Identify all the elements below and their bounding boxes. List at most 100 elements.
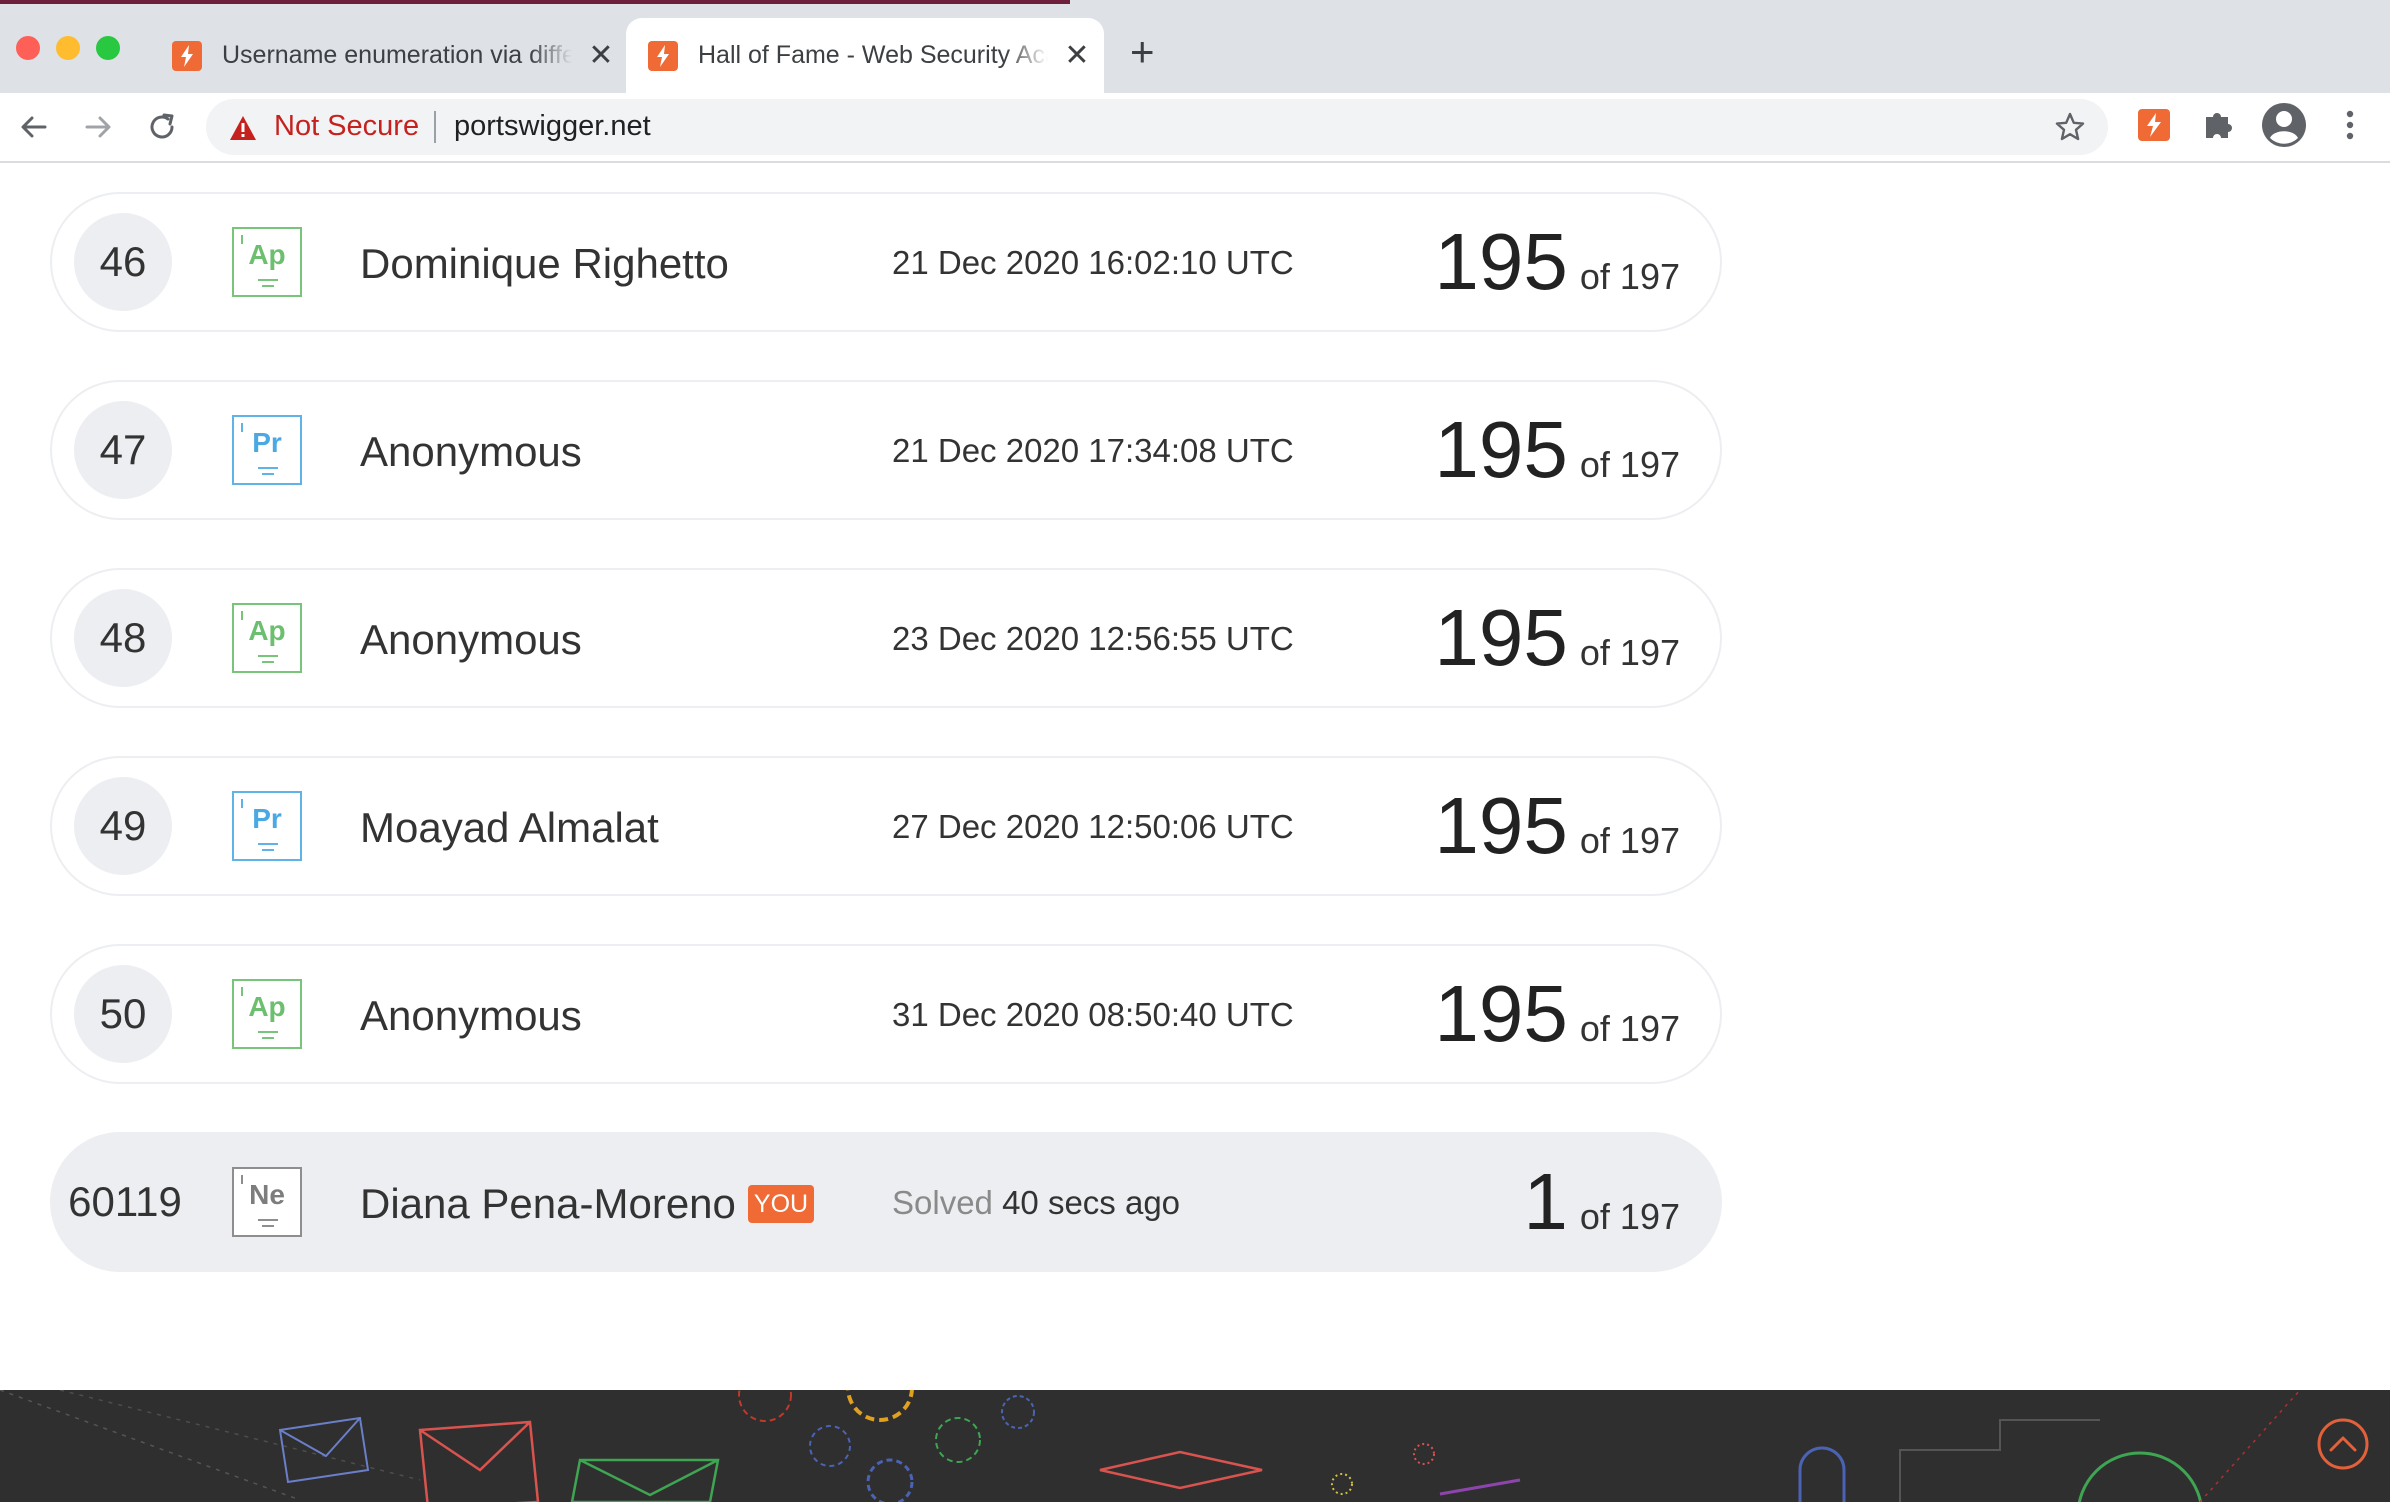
- score-total: of 197: [1579, 256, 1680, 297]
- envelope-icon: [418, 1420, 540, 1502]
- burp-extension-icon[interactable]: [2136, 107, 2172, 148]
- minimize-window-button[interactable]: [56, 36, 80, 60]
- url-text[interactable]: portswigger.net: [454, 110, 651, 143]
- rank-number: 48: [74, 589, 172, 687]
- score-value: 195: [1434, 969, 1568, 1058]
- solved-date: 21 Dec 2020 17:34:08 UTC: [892, 432, 1294, 469]
- score-total: of 197: [1579, 820, 1680, 861]
- rank-number: 49: [74, 777, 172, 875]
- badge-symbol: Ap: [248, 239, 286, 270]
- leaderboard-row: 48 Ap Anonymous 23 Dec 2020 12:56:55 UTC…: [50, 568, 1722, 708]
- leaderboard-row: 50 Ap Anonymous 31 Dec 2020 08:50:40 UTC…: [50, 944, 1722, 1084]
- tab-close-icon[interactable]: ✕: [586, 38, 616, 73]
- gear-icon: [738, 1390, 792, 1422]
- level-badge-pr: Pr: [232, 791, 302, 861]
- tab-strip: Username enumeration via different respo…: [0, 0, 2390, 93]
- address-separator: [434, 111, 436, 143]
- level-badge-pr: Pr: [232, 415, 302, 485]
- gear-icon: [809, 1395, 1035, 1502]
- solved-label: Solved: [892, 1184, 993, 1221]
- tab-hall-of-fame[interactable]: Hall of Fame - Web Security Academy ✕: [626, 18, 1104, 93]
- solved-date: 23 Dec 2020 12:56:55 UTC: [892, 620, 1294, 657]
- new-tab-button[interactable]: +: [1130, 30, 1155, 74]
- score: 195 of 197: [1434, 972, 1680, 1056]
- score-value: 195: [1434, 405, 1568, 494]
- score: 195 of 197: [1434, 784, 1680, 868]
- score-total: of 197: [1579, 1196, 1680, 1237]
- score-total: of 197: [1579, 444, 1680, 485]
- envelope-icon: [570, 1458, 720, 1502]
- score-value: 195: [1434, 781, 1568, 870]
- leaderboard-row: 46 Ap Dominique Righetto 21 Dec 2020 16:…: [50, 192, 1722, 332]
- back-arrow-icon[interactable]: [14, 107, 54, 147]
- gear-icon: [846, 1390, 914, 1422]
- portswigger-favicon-icon: [172, 40, 202, 71]
- score: 195 of 197: [1434, 408, 1680, 492]
- badge-symbol: Pr: [252, 803, 282, 834]
- solved-date: 31 Dec 2020 08:50:40 UTC: [892, 996, 1294, 1033]
- level-badge-ap: Ap: [232, 979, 302, 1049]
- rank-number: 46: [74, 213, 172, 311]
- close-window-button[interactable]: [16, 36, 40, 60]
- warning-icon[interactable]: [228, 114, 258, 147]
- user-name-text: Anonymous: [360, 992, 582, 1039]
- score-value: 195: [1434, 593, 1568, 682]
- rank-number: 50: [74, 965, 172, 1063]
- forward-arrow-icon[interactable]: [78, 107, 118, 147]
- user-name: Diana Pena-Moreno YOU: [360, 1180, 815, 1228]
- current-user-row: 60119 Ne Diana Pena-Moreno YOU Solved 40…: [50, 1132, 1722, 1272]
- browser-toolbar: Not Secure portswigger.net: [0, 93, 2390, 163]
- score-value: 195: [1434, 217, 1568, 306]
- badge-symbol: Ne: [249, 1179, 285, 1210]
- rank-number: 60119: [68, 1178, 182, 1225]
- envelope-icon: [278, 1416, 370, 1484]
- scroll-to-top-icon[interactable]: [2317, 1418, 2369, 1470]
- tab-title: Hall of Fame - Web Security Academy: [698, 41, 1048, 69]
- score: 195 of 197: [1434, 220, 1680, 304]
- level-badge-ap: Ap: [232, 603, 302, 673]
- rank-number: 47: [74, 401, 172, 499]
- user-name: Anonymous: [360, 992, 582, 1040]
- tab-close-icon[interactable]: ✕: [1062, 38, 1092, 73]
- badge-symbol: Ap: [248, 991, 286, 1022]
- padlock-icon: [1798, 1446, 1846, 1502]
- solved-date: 21 Dec 2020 16:02:10 UTC: [892, 244, 1294, 281]
- user-name: Anonymous: [360, 428, 582, 476]
- score-total: of 197: [1579, 1008, 1680, 1049]
- page-footer: [0, 1390, 2390, 1502]
- leaderboard-row: 49 Pr Moayad Almalat 27 Dec 2020 12:50:0…: [50, 756, 1722, 896]
- tab-username-enumeration[interactable]: Username enumeration via different respo…: [150, 18, 620, 93]
- user-name-text: Dominique Righetto: [360, 240, 729, 287]
- score: 195 of 197: [1434, 596, 1680, 680]
- user-name-text: Anonymous: [360, 428, 582, 475]
- solved-date: 27 Dec 2020 12:50:06 UTC: [892, 808, 1294, 845]
- solved-time: 40 secs ago: [1002, 1184, 1181, 1221]
- user-name: Moayad Almalat: [360, 804, 659, 852]
- badge-symbol: Pr: [252, 427, 282, 458]
- address-bar[interactable]: Not Secure portswigger.net: [206, 99, 2108, 155]
- portswigger-favicon-icon: [648, 40, 678, 71]
- window-topline: [0, 0, 1070, 4]
- bookmark-star-icon[interactable]: [2054, 111, 2086, 148]
- tab-title: Username enumeration via different respo…: [222, 41, 572, 69]
- security-status-label[interactable]: Not Secure: [274, 110, 419, 143]
- footer-decoration: [0, 1390, 2369, 1502]
- leaderboard-row: 47 Pr Anonymous 21 Dec 2020 17:34:08 UTC…: [50, 380, 1722, 520]
- extensions-puzzle-icon[interactable]: [2200, 107, 2236, 148]
- fullscreen-window-button[interactable]: [96, 36, 120, 60]
- user-name: Dominique Righetto: [360, 240, 729, 288]
- graduation-cap-icon: [1099, 1450, 1263, 1490]
- user-name: Anonymous: [360, 616, 582, 664]
- score: 1 of 197: [1523, 1160, 1680, 1244]
- badge-symbol: Ap: [248, 615, 286, 646]
- you-badge: YOU: [747, 1185, 815, 1223]
- score-total: of 197: [1579, 632, 1680, 673]
- user-name-text: Moayad Almalat: [360, 804, 659, 851]
- reload-icon[interactable]: [142, 107, 182, 147]
- menu-kebab-icon[interactable]: [2332, 107, 2368, 148]
- solved-date: Solved 40 secs ago: [892, 1184, 1180, 1222]
- score-value: 1: [1523, 1157, 1568, 1246]
- play-icon: [2077, 1451, 2203, 1502]
- profile-avatar-icon[interactable]: [2260, 101, 2308, 154]
- level-badge-ne: Ne: [232, 1167, 302, 1237]
